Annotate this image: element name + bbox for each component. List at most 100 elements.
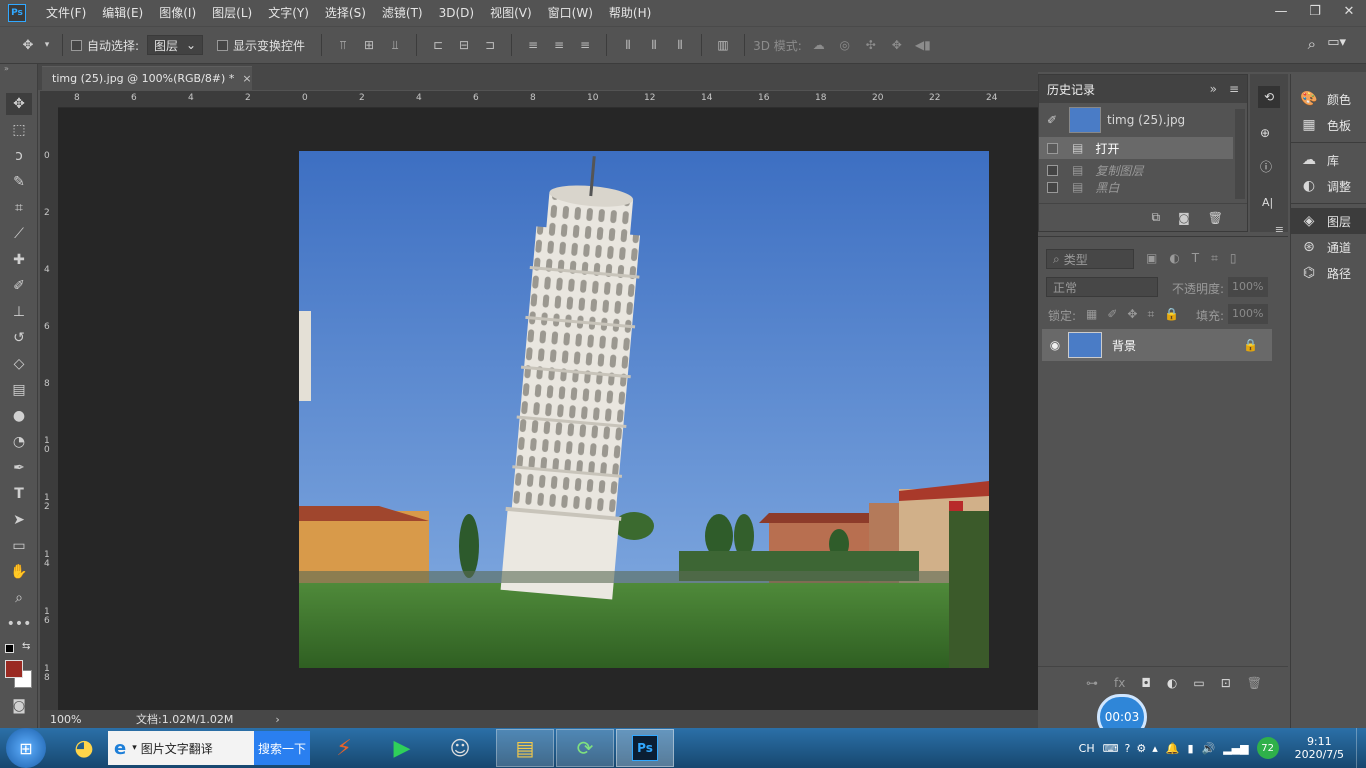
close-tab-icon[interactable]: × — [242, 72, 251, 85]
power-icon[interactable]: ▮ — [1187, 742, 1193, 755]
status-menu-arrow-icon[interactable]: › — [275, 713, 279, 726]
menu-type[interactable]: 文字(Y) — [260, 0, 317, 26]
distribute-top-icon[interactable]: ≡ — [520, 38, 546, 52]
explorer-icon[interactable]: ▤ — [496, 729, 554, 767]
eyedropper-tool-icon[interactable]: ⟋ — [6, 223, 32, 245]
show-hidden-icons[interactable]: ▴ — [1152, 742, 1158, 755]
auto-select-checkbox[interactable]: 自动选择: — [71, 37, 139, 54]
auto-align-icon[interactable]: ▥ — [710, 38, 736, 52]
vertical-ruler[interactable]: 0 2 4 6 8 10 12 14 16 18 — [40, 108, 58, 710]
layer-filter-dropdown[interactable]: ⌕ 类型 — [1046, 249, 1134, 269]
pen-tool-icon[interactable]: ✒ — [6, 457, 32, 479]
history-panel-title[interactable]: 历史记录 — [1047, 81, 1095, 98]
history-panel-icon[interactable]: ⟲ — [1258, 86, 1280, 108]
eraser-tool-icon[interactable]: ◇ — [6, 353, 32, 375]
menu-image[interactable]: 图像(I) — [151, 0, 204, 26]
distribute-right-icon[interactable]: ⦀ — [667, 38, 693, 53]
add-mask-icon[interactable]: ◘ — [1141, 676, 1151, 690]
3d-scale-icon[interactable]: ◀▮ — [910, 38, 936, 52]
menu-window[interactable]: 窗口(W) — [540, 0, 601, 26]
eye-icon[interactable]: ◉ — [1042, 338, 1068, 352]
rectangle-tool-icon[interactable]: ▭ — [6, 535, 32, 557]
gradient-tool-icon[interactable]: ▤ — [6, 379, 32, 401]
panel-menu-icon[interactable]: ≡ — [1275, 223, 1284, 236]
dock-layers[interactable]: ◈ 图层 — [1291, 208, 1366, 234]
align-top-icon[interactable]: ⫪ — [330, 38, 356, 53]
help-icon[interactable]: ? — [1124, 742, 1130, 755]
menu-3d[interactable]: 3D(D) — [431, 0, 482, 26]
distribute-left-icon[interactable]: ⦀ — [615, 38, 641, 53]
checkbox-icon[interactable] — [1047, 164, 1058, 176]
quick-mask-icon[interactable]: ◙ — [6, 695, 32, 717]
clone-stamp-tool-icon[interactable]: ⊥ — [6, 301, 32, 323]
trash-icon[interactable]: 🗑 — [1208, 211, 1223, 225]
battery-badge[interactable]: 72 — [1256, 737, 1279, 759]
dock-swatches[interactable]: ▦ 色板 — [1291, 112, 1366, 138]
history-snapshot[interactable]: ✐ timg (25).jpg — [1039, 103, 1247, 137]
3d-roll-icon[interactable]: ◎ — [832, 38, 858, 52]
app-icon-w[interactable]: ⚡ — [318, 729, 370, 767]
foreground-color-swatch[interactable] — [5, 660, 23, 678]
history-scrollbar[interactable] — [1235, 109, 1245, 199]
healing-brush-tool-icon[interactable]: ✚ — [6, 249, 32, 271]
menu-filter[interactable]: 滤镜(T) — [374, 0, 431, 26]
show-desktop-button[interactable] — [1356, 728, 1366, 768]
history-state-open[interactable]: ▤ 打开 — [1039, 137, 1233, 159]
checkbox-icon[interactable] — [217, 39, 229, 51]
ruler-origin[interactable] — [40, 91, 58, 108]
dock-paths[interactable]: ⌬ 路径 — [1291, 260, 1366, 286]
start-button-icon[interactable]: ⊞ — [6, 728, 46, 768]
keyboard-icon[interactable]: ⌨ — [1103, 742, 1119, 755]
lock-icons[interactable]: ▦✐✥⌗🔒 — [1086, 307, 1189, 322]
clock[interactable]: 9:11 2020/7/5 — [1295, 735, 1344, 761]
collapse-arrows-icon[interactable]: » — [1210, 82, 1217, 96]
dodge-tool-icon[interactable]: ◔ — [6, 431, 32, 453]
lasso-tool-icon[interactable]: ↄ — [6, 145, 32, 167]
minimize-icon[interactable]: — — [1264, 0, 1298, 22]
menu-file[interactable]: 文件(F) — [38, 0, 94, 26]
menu-help[interactable]: 帮助(H) — [601, 0, 659, 26]
blend-mode-dropdown[interactable]: 正常 — [1046, 277, 1158, 297]
3d-pan-icon[interactable]: ✣ — [858, 38, 884, 52]
layer-name[interactable]: 背景 — [1112, 337, 1136, 354]
path-selection-tool-icon[interactable]: ➤ — [6, 509, 32, 531]
media-player-icon[interactable]: ▶ — [376, 729, 428, 767]
volume-icon[interactable]: 🔊 — [1202, 742, 1216, 755]
brush-tool-icon[interactable]: ✐ — [6, 275, 32, 297]
menu-layer[interactable]: 图层(L) — [204, 0, 260, 26]
checkbox-icon[interactable] — [71, 39, 82, 51]
3d-rotate-icon[interactable]: ☁ — [806, 38, 832, 52]
app-icon-green[interactable]: ⟳ — [556, 729, 614, 767]
lock-icon[interactable]: 🔒 — [1243, 338, 1258, 352]
language-indicator[interactable]: CH — [1079, 742, 1095, 755]
camera-icon[interactable]: ◙ — [1178, 211, 1190, 225]
quick-select-tool-icon[interactable]: ✎ — [6, 171, 32, 193]
layer-row-background[interactable]: ◉ 背景 🔒 — [1042, 329, 1272, 361]
layer-filter-icons[interactable]: ▣◐T⌗▯ — [1146, 251, 1249, 266]
distribute-bottom-icon[interactable]: ≡ — [572, 38, 598, 52]
fill-field[interactable]: 100% — [1228, 304, 1268, 324]
dock-color[interactable]: 🎨 颜色 — [1291, 86, 1366, 112]
move-tool-icon[interactable]: ✥ — [6, 93, 32, 115]
distribute-vcenter-icon[interactable]: ≡ — [546, 38, 572, 52]
panel-menu-icon[interactable]: ≡ — [1229, 82, 1239, 96]
close-icon[interactable]: ✕ — [1332, 0, 1366, 22]
checkbox-icon[interactable] — [1047, 181, 1058, 193]
zoom-level[interactable]: 100% — [50, 713, 120, 726]
horizontal-ruler[interactable]: 8 6 4 2 0 2 4 6 8 10 12 14 16 18 20 22 24 — [58, 91, 1038, 108]
dock-libraries[interactable]: ☁ 库 — [1291, 147, 1366, 173]
info-icon[interactable]: ⓘ — [1260, 158, 1272, 175]
photoshop-taskbar-icon[interactable]: Ps — [616, 729, 674, 767]
3d-slide-icon[interactable]: ✥ — [884, 38, 910, 52]
new-document-from-state-icon[interactable]: ⧉ — [1152, 210, 1161, 225]
character-icon[interactable]: A| — [1262, 196, 1273, 209]
dock-channels[interactable]: ⊛ 通道 — [1291, 234, 1366, 260]
network-icon[interactable]: ▂▄▆ — [1223, 742, 1248, 755]
chevron-down-icon[interactable]: ▾ — [40, 34, 54, 56]
search-button[interactable]: 搜索一下 — [254, 731, 310, 765]
marquee-tool-icon[interactable]: ⬚ — [6, 119, 32, 141]
app-icon-colorful[interactable]: ◕ — [66, 732, 102, 764]
align-bottom-icon[interactable]: ⫫ — [382, 38, 408, 53]
new-layer-icon[interactable]: ⊡ — [1221, 676, 1231, 690]
show-transform-checkbox[interactable]: 显示变换控件 — [217, 37, 305, 54]
